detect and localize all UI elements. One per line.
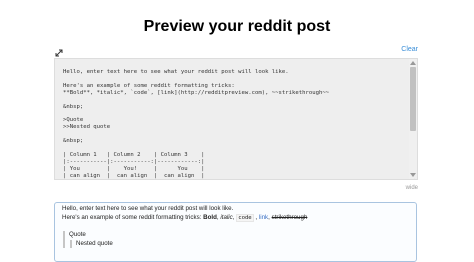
resize-grip-icon[interactable] [409, 171, 415, 179]
preview-blockquote: Quote Nested quote [63, 231, 410, 249]
preview-nested-blockquote: Nested quote [70, 239, 410, 249]
preview-nested-quote-text: Nested quote [76, 239, 113, 247]
editor-toolbar: Clear [54, 45, 418, 59]
preview-spacer [62, 222, 410, 231]
editor-textarea[interactable]: Hello, enter text here to see what your … [55, 59, 417, 179]
preview-italic: italic [220, 213, 233, 221]
scroll-thumb[interactable] [410, 67, 416, 131]
expand-icon[interactable] [54, 45, 68, 59]
preview-strikethrough: strikethrough [271, 213, 308, 221]
preview-bold: Bold [203, 213, 217, 221]
scroll-up-arrow-icon[interactable] [410, 61, 416, 65]
mode-toggle-link[interactable]: wide [406, 185, 418, 191]
preview-line: Hello, enter text here to see what your … [62, 205, 234, 212]
preview-pane: Hello, enter text here to see what your … [54, 202, 417, 262]
preview-code: code [236, 213, 254, 222]
preview-intro: Here's an example of some reddit formatt… [62, 213, 204, 221]
preview-link[interactable]: link [259, 214, 268, 221]
markdown-editor[interactable]: Hello, enter text here to see what your … [54, 58, 418, 180]
editor-scrollbar[interactable] [409, 59, 417, 179]
page-title: Preview your reddit post [143, 18, 331, 35]
preview-quote-text: Quote [69, 231, 86, 239]
clear-button[interactable]: Clear [401, 46, 418, 53]
preview-formatting-line: Here's an example of some reddit formatt… [62, 213, 410, 223]
